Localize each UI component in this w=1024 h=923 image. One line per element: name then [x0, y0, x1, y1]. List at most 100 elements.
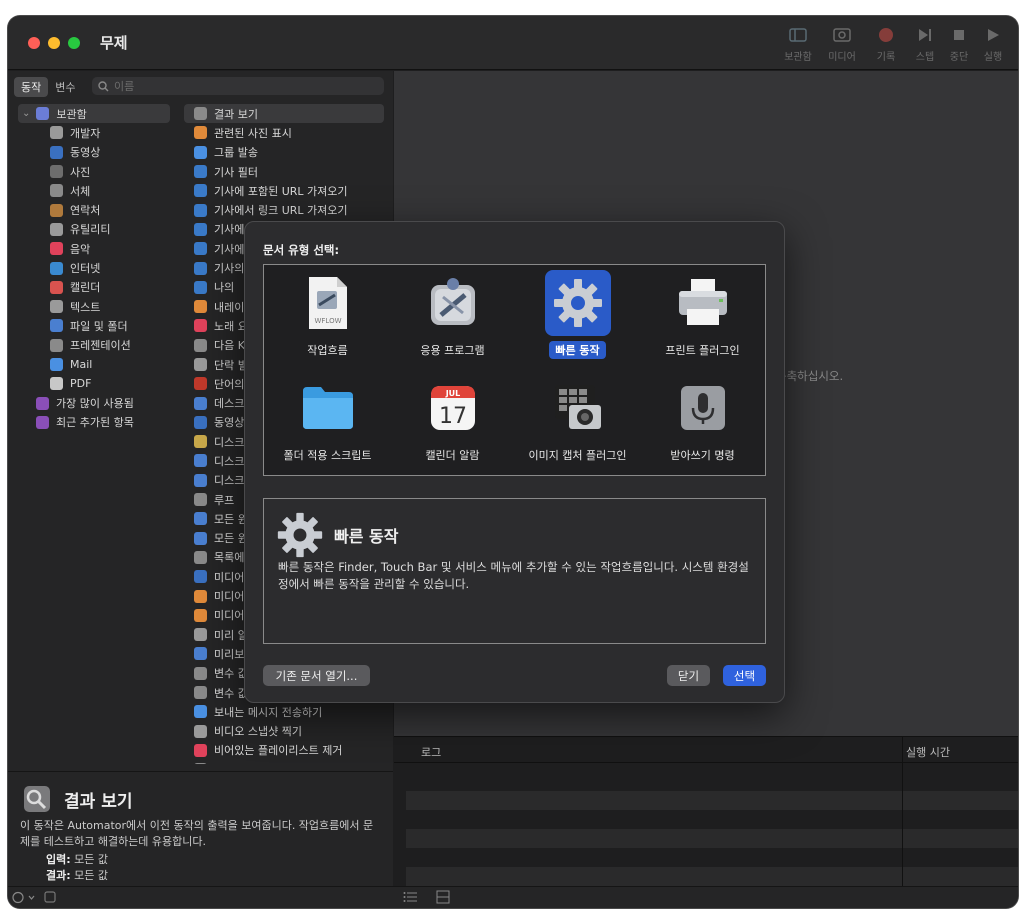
category-icon: [50, 300, 63, 314]
list-view-icon[interactable]: [403, 891, 417, 903]
type-application[interactable]: 응용 프로그램: [390, 270, 515, 370]
action-item[interactable]: 관련된 사진 표시: [184, 123, 384, 142]
category-icon: [50, 222, 63, 236]
record-button[interactable]: 기록: [864, 26, 908, 63]
library-item-label: 인터넷: [70, 262, 101, 276]
library-item[interactable]: Mail: [8, 355, 178, 374]
calendar-icon: JUL 17: [420, 375, 486, 441]
action-icon: [194, 222, 207, 236]
window-title: 무제: [100, 34, 128, 52]
log-row: [406, 791, 1018, 810]
log-header: 로그 실행 시간: [394, 737, 1018, 763]
input-label: 입력:: [46, 853, 71, 866]
split-view-icon[interactable]: [436, 890, 450, 904]
library-item[interactable]: ⌄ 보관함: [18, 104, 170, 124]
type-workflow[interactable]: WFLOW 작업흐름: [265, 270, 390, 370]
library-item-label: 사진: [70, 165, 91, 179]
library-item[interactable]: 사진: [8, 162, 178, 181]
library-item[interactable]: 유틸리티: [8, 220, 178, 239]
type-print-plugin[interactable]: 프린트 플러그인: [640, 270, 765, 370]
library-item[interactable]: 서체: [8, 181, 178, 200]
zoom-window-button[interactable]: [68, 37, 80, 49]
minimize-window-button[interactable]: [48, 37, 60, 49]
type-folder-action[interactable]: 폴더 적용 스크립트: [265, 375, 390, 475]
duration-column-header[interactable]: 실행 시간: [906, 744, 950, 760]
search-icon: [98, 80, 109, 91]
type-quick-action[interactable]: 빠른 동작: [515, 270, 640, 370]
library-item[interactable]: 인터넷: [8, 258, 178, 277]
action-item-label: 디스크: [214, 474, 245, 488]
category-icon: [50, 165, 63, 179]
checkbox-icon[interactable]: [44, 891, 56, 903]
close-button[interactable]: 닫기: [667, 665, 710, 686]
action-item[interactable]: 기사 필터: [184, 162, 384, 181]
category-icon: [50, 145, 63, 159]
action-item[interactable]: 보내는 메시지 전송하기: [184, 702, 384, 721]
action-item-label: 단락 빌: [214, 358, 248, 372]
library-item[interactable]: 동영상: [8, 143, 178, 162]
library-item-label: 음악: [70, 242, 91, 256]
action-item[interactable]: 비디오 스냅샷 찍기: [184, 722, 384, 741]
library-item[interactable]: 음악: [8, 239, 178, 258]
library-item[interactable]: 텍스트: [8, 297, 178, 316]
category-icon: [50, 377, 63, 391]
library-item[interactable]: 가장 많이 사용됨: [8, 393, 178, 412]
stop-button[interactable]: 중단: [942, 26, 976, 63]
column-divider: [902, 737, 903, 887]
library-item-label: Mail: [70, 358, 93, 371]
library-item[interactable]: 연락처: [8, 200, 178, 219]
action-item[interactable]: 결과 보기: [184, 104, 384, 124]
media-button[interactable]: 미디어: [820, 26, 864, 63]
run-icon: [988, 29, 999, 41]
step-icon: [919, 29, 931, 41]
action-item[interactable]: 기사에서 링크 URL 가져오기: [184, 200, 384, 219]
action-item[interactable]: 사용자 동작에 대해 대기: [184, 760, 384, 764]
library-item[interactable]: 최근 추가된 항목: [8, 413, 178, 432]
disclosure-chevron-icon[interactable]: ⌄: [22, 108, 30, 119]
type-image-capture-plugin[interactable]: 이미지 캡처 플러그인: [515, 375, 640, 475]
action-item[interactable]: 기사에 포함된 URL 가져오기: [184, 181, 384, 200]
input-value: 모든 값: [74, 853, 108, 866]
action-icon: [194, 377, 207, 391]
category-icon: [36, 396, 49, 410]
log-pane: 로그 실행 시간: [394, 736, 1018, 887]
type-dictation-command[interactable]: 받아쓰기 명령: [640, 375, 765, 475]
library-item[interactable]: 파일 및 폴더: [8, 316, 178, 335]
open-existing-document-button[interactable]: 기존 문서 열기...: [263, 665, 370, 686]
tab-actions[interactable]: 동작: [14, 77, 49, 97]
library-item[interactable]: 개발자: [8, 123, 178, 142]
category-icon: [50, 358, 63, 371]
action-icon: [194, 261, 207, 275]
step-button[interactable]: 스텝: [908, 26, 942, 63]
action-item-label: 미디어: [214, 570, 245, 584]
library-item-label: 보관함: [56, 107, 87, 121]
library-item-label: 연락처: [70, 204, 101, 218]
library-item[interactable]: 캘린더: [8, 278, 178, 297]
canvas-hint: 구축하십시오.: [776, 369, 844, 383]
search-input[interactable]: 이름: [92, 77, 384, 95]
log-row: [406, 867, 1018, 886]
library-item-label: 텍스트: [70, 300, 101, 314]
document-type-dialog: 문서 유형 선택: WFLOW 작업흐름 응용 프로그램 빠른 동작 프린트 플…: [244, 221, 785, 703]
type-calendar-alarm[interactable]: JUL 17 캘린더 알람: [390, 375, 515, 475]
action-item[interactable]: 그룹 발송: [184, 143, 384, 162]
log-column-header[interactable]: 로그: [421, 744, 441, 760]
action-item[interactable]: 비어있는 플레이리스트 제거: [184, 741, 384, 760]
tab-variables[interactable]: 변수: [48, 77, 82, 97]
run-button[interactable]: 실행: [976, 26, 1010, 63]
library-item[interactable]: PDF: [8, 374, 178, 393]
description-io: 입력: 모든 값 결과: 모든 값: [46, 852, 108, 884]
action-item-label: 기사의: [214, 262, 245, 276]
action-item-label: 변수 값: [214, 686, 248, 700]
action-icon: [194, 242, 207, 256]
toolbar-label: 스텝: [915, 52, 935, 63]
library-item[interactable]: 프레젠테이션: [8, 336, 178, 355]
library-icon: [789, 28, 807, 42]
action-menu-icon[interactable]: [12, 891, 36, 904]
choose-button[interactable]: 선택: [723, 665, 766, 686]
svg-text:WFLOW: WFLOW: [314, 317, 341, 325]
close-window-button[interactable]: [28, 37, 40, 49]
library-toggle-button[interactable]: 보관함: [776, 26, 820, 63]
type-label: 폴더 적용 스크립트: [283, 449, 372, 462]
action-icon: [194, 203, 207, 217]
